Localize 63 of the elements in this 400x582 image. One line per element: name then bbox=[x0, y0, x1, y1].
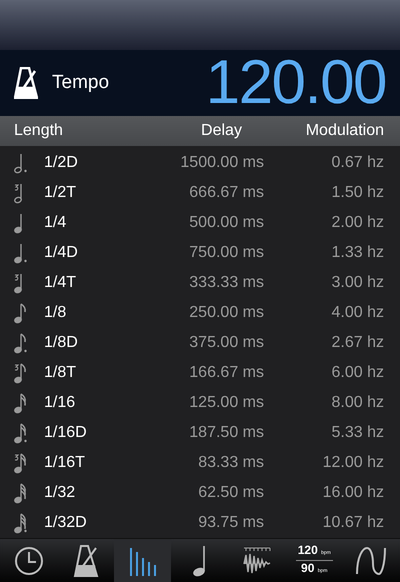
note-icon bbox=[192, 544, 208, 577]
column-header: Delay bbox=[200, 121, 243, 142]
length-cell-text: 1/4T bbox=[44, 273, 78, 294]
sine-wave-icon bbox=[355, 546, 388, 576]
delay-cell-text: 125.00 ms bbox=[188, 393, 264, 414]
delay-cell-text: 500.00 ms bbox=[188, 213, 264, 234]
bpm-value: 90 bbox=[301, 561, 314, 576]
delay-cell-text: 62.50 ms bbox=[197, 483, 264, 504]
metronome-icon bbox=[14, 67, 38, 100]
delay-cell-text: 187.50 ms bbox=[188, 423, 264, 444]
length-cell-text: 1/2D bbox=[44, 153, 79, 174]
delay-cell-text: 250.00 ms bbox=[188, 303, 264, 324]
delay-cell-text: 166.67 ms bbox=[188, 363, 264, 384]
modulation-cell-text: 2.67 hz bbox=[330, 333, 384, 354]
modulation-cell-text: 0.67 hz bbox=[330, 153, 384, 174]
metronome-icon bbox=[72, 544, 99, 577]
note-icon bbox=[14, 422, 28, 444]
modulation-cell-text: 2.00 hz bbox=[330, 213, 384, 234]
delay-cell-text: 333.33 ms bbox=[188, 273, 264, 294]
waveform-icon bbox=[242, 546, 272, 576]
modulation-cell-text: 16.00 hz bbox=[322, 483, 384, 504]
note-icon bbox=[14, 362, 28, 384]
bar-graph-icon bbox=[128, 546, 158, 576]
column-header: Length bbox=[14, 121, 64, 142]
note-icon bbox=[14, 242, 28, 264]
length-cell-text: 1/8T bbox=[44, 363, 78, 384]
length-cell-text: 1/16T bbox=[44, 453, 86, 474]
length-cell-text: 1/32 bbox=[44, 483, 76, 504]
note-icon bbox=[14, 392, 28, 414]
delay-cell-text: 83.33 ms bbox=[197, 453, 264, 474]
modulation-cell-text: 6.00 hz bbox=[330, 363, 384, 384]
tempo-label: Tempo bbox=[52, 70, 110, 95]
note-icon bbox=[14, 332, 28, 354]
length-cell-text: 1/8D bbox=[44, 333, 79, 354]
note-icon bbox=[14, 302, 28, 324]
delay-cell-text: 375.00 ms bbox=[188, 333, 264, 354]
length-cell-text: 1/2T bbox=[44, 183, 78, 204]
modulation-cell-text: 8.00 hz bbox=[330, 393, 384, 414]
clock-icon bbox=[14, 546, 44, 576]
delay-cell-text: 93.75 ms bbox=[197, 513, 264, 534]
length-cell-text: 1/32D bbox=[44, 513, 88, 534]
tempo-value[interactable]: 120.00 bbox=[206, 52, 386, 114]
note-icon bbox=[14, 482, 28, 504]
modulation-cell-text: 10.67 hz bbox=[322, 513, 384, 534]
bpm-value: 120 bbox=[298, 543, 318, 558]
modulation-cell-text: 3.00 hz bbox=[330, 273, 384, 294]
modulation-cell-text: 5.33 hz bbox=[330, 423, 384, 444]
note-icon bbox=[14, 152, 28, 174]
length-cell-text: 1/4 bbox=[44, 213, 68, 234]
delay-cell-text: 666.67 ms bbox=[188, 183, 264, 204]
column-header: Modulation bbox=[304, 121, 384, 142]
length-cell-text: 1/4D bbox=[44, 243, 79, 264]
note-icon bbox=[14, 452, 28, 474]
length-cell-text: 1/16 bbox=[44, 393, 76, 414]
note-icon bbox=[14, 512, 28, 534]
delay-cell-text: 750.00 ms bbox=[188, 243, 264, 264]
delay-cell-text: 1500.00 ms bbox=[179, 153, 264, 174]
length-cell-text: 1/16D bbox=[44, 423, 88, 444]
modulation-cell-text: 4.00 hz bbox=[330, 303, 384, 324]
modulation-cell-text: 12.00 hz bbox=[322, 453, 384, 474]
length-cell-text: 1/8 bbox=[44, 303, 68, 324]
modulation-cell-text: 1.33 hz bbox=[330, 243, 384, 264]
modulation-cell-text: 1.50 hz bbox=[330, 183, 384, 204]
